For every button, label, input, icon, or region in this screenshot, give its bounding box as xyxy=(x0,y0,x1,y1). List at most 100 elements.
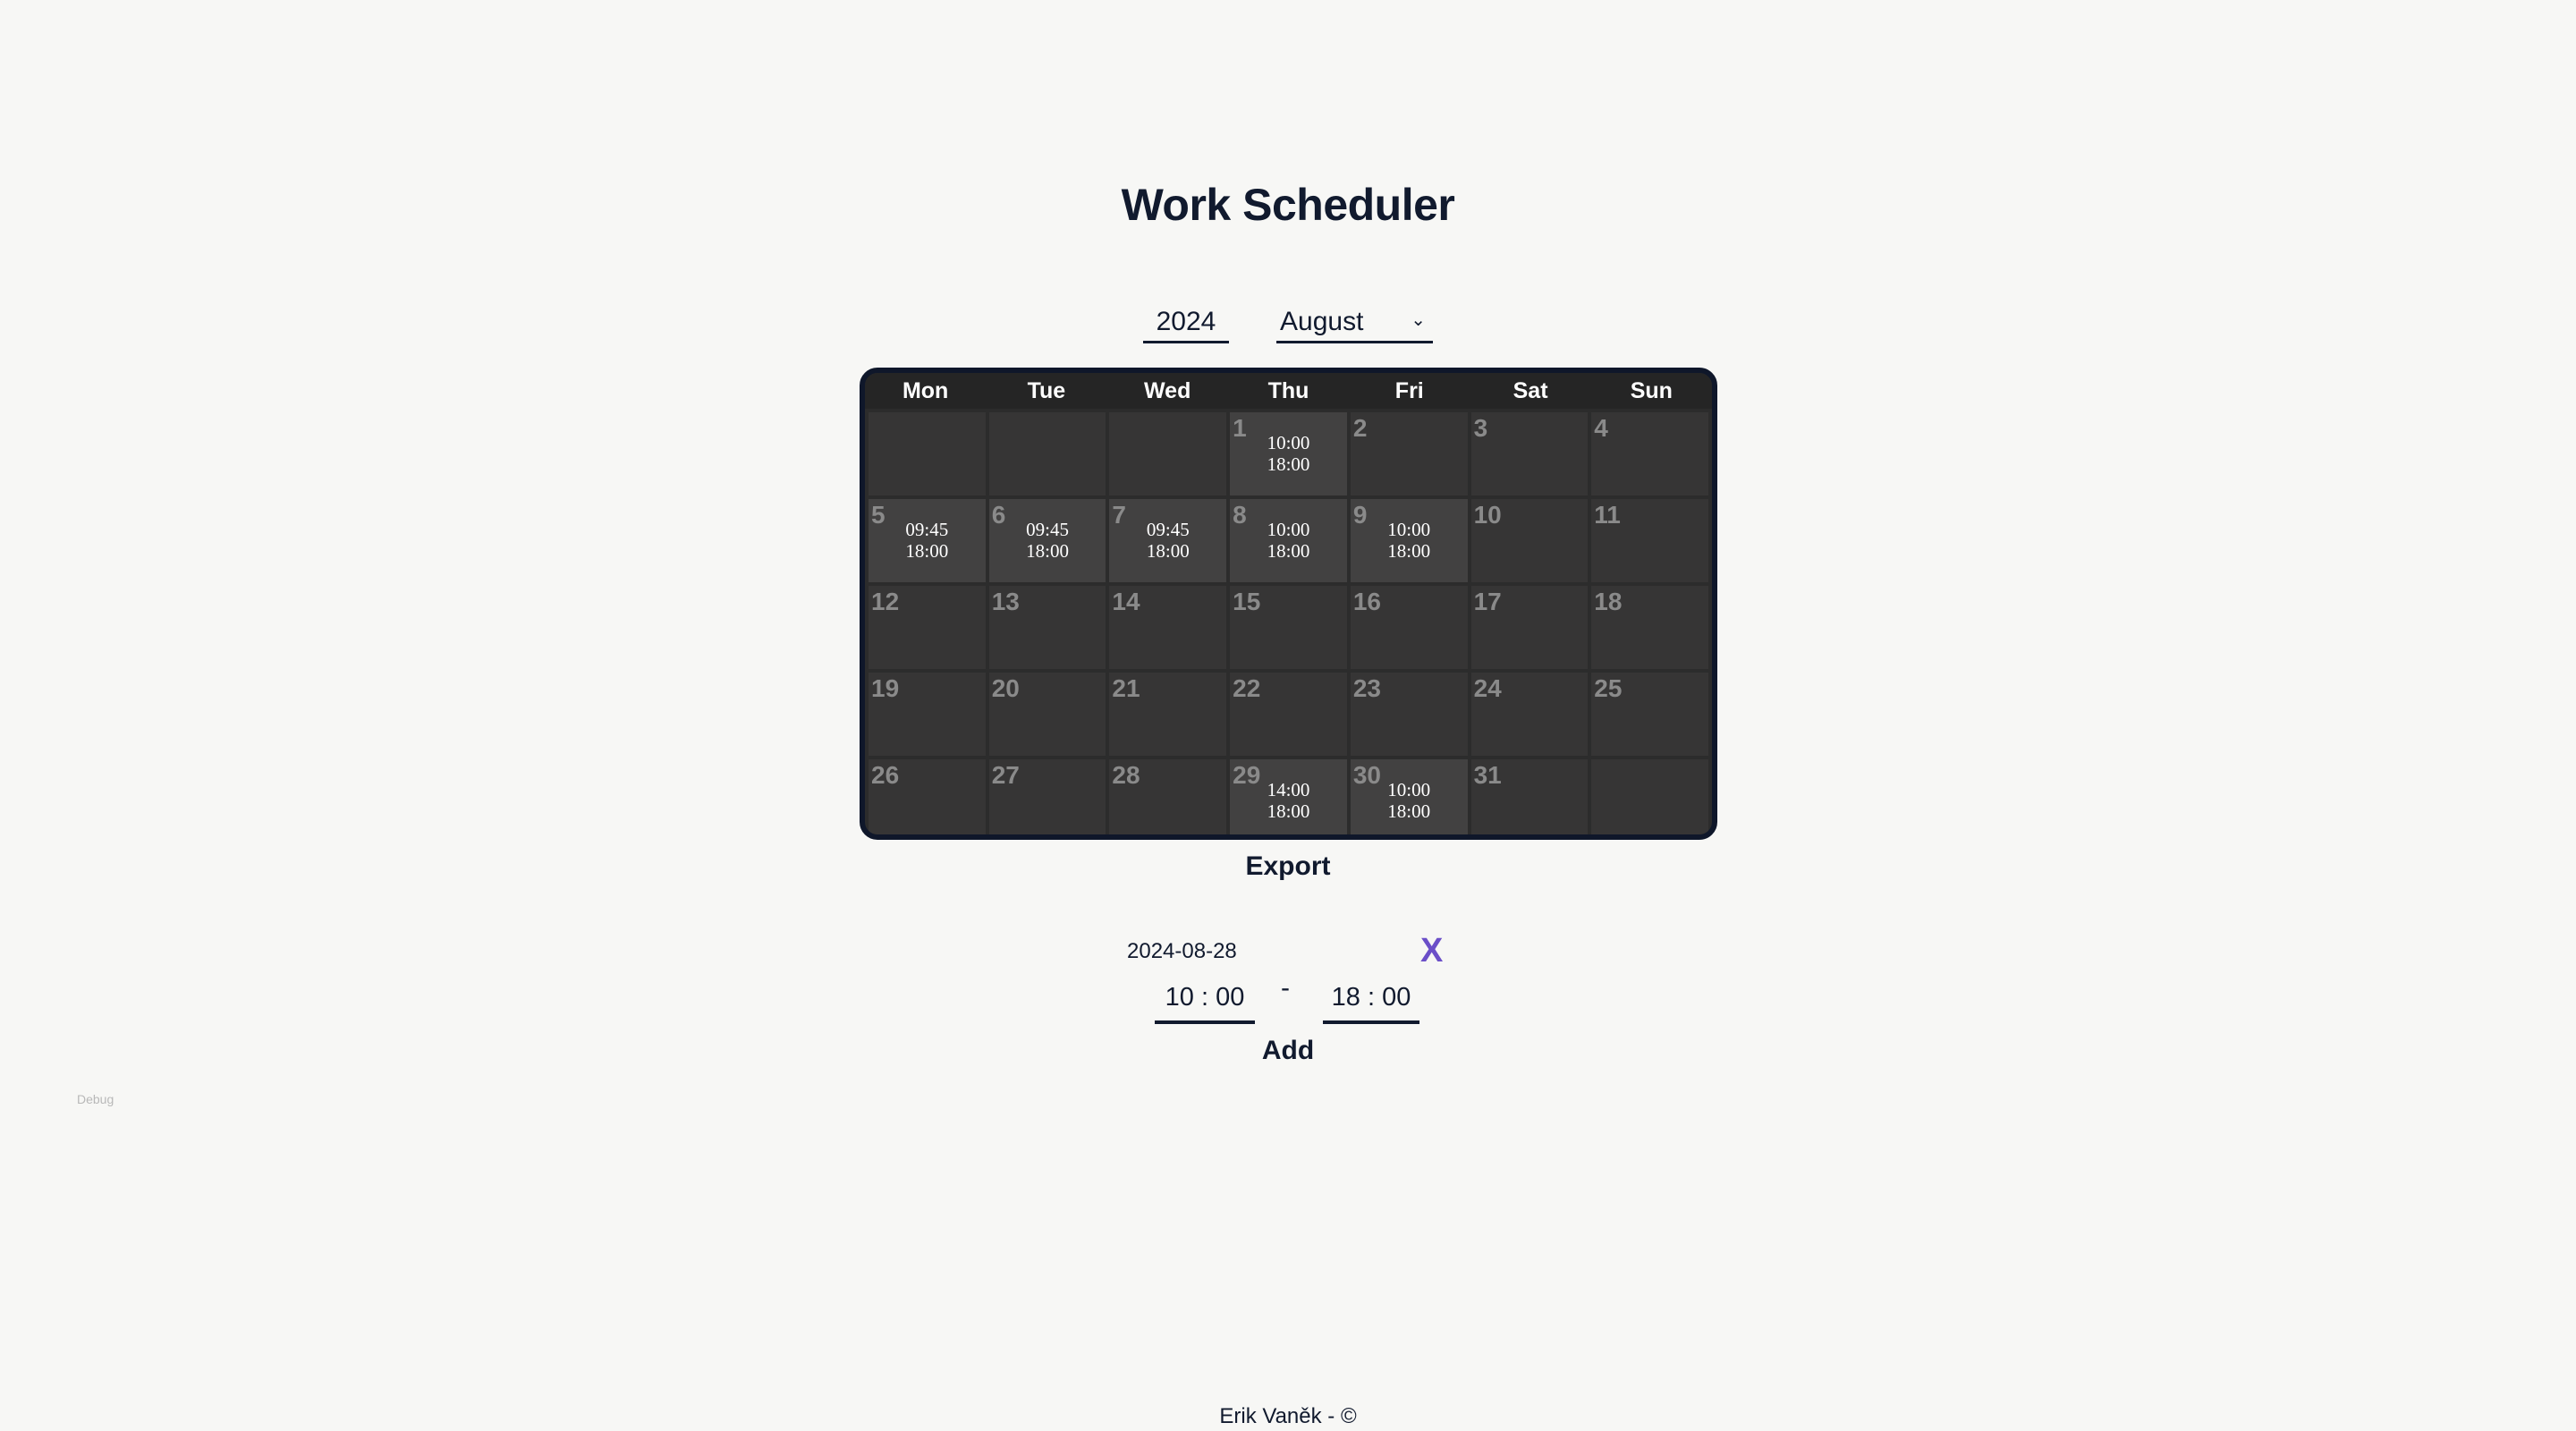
day-cell[interactable]: 3 xyxy=(1470,412,1589,495)
weekday-label: Fri xyxy=(1394,377,1424,403)
shift-end: 18:00 xyxy=(1267,453,1310,475)
weekday-label: Mon xyxy=(902,377,949,403)
shift-start: 10:00 xyxy=(1387,779,1431,800)
day-cell[interactable]: 31 xyxy=(1470,759,1589,834)
day-cell[interactable]: 16 xyxy=(1350,586,1468,669)
day-cell[interactable]: 19 xyxy=(869,673,986,756)
day-cell[interactable]: 6 09:45 18:00 xyxy=(988,499,1106,582)
shift-start: 10:00 xyxy=(1387,519,1431,540)
day-cell[interactable]: 14 xyxy=(1109,586,1227,669)
debug-link[interactable]: Debug xyxy=(77,1092,114,1106)
day-cell[interactable]: 15 xyxy=(1230,586,1347,669)
weekday-label: Tue xyxy=(1027,377,1066,403)
weekday-label: Sun xyxy=(1630,377,1673,403)
day-cell[interactable]: 20 xyxy=(988,673,1106,756)
day-cell[interactable]: 13 xyxy=(988,586,1106,669)
shift-times: 10:00 18:00 xyxy=(1230,432,1347,475)
day-number: 21 xyxy=(1112,674,1140,702)
day-number: 14 xyxy=(1112,588,1140,615)
day-number: 31 xyxy=(1473,761,1502,789)
year-input[interactable]: 2024 xyxy=(1143,304,1229,343)
shift-start: 09:45 xyxy=(1146,519,1190,540)
day-cell[interactable]: 12 xyxy=(869,586,986,669)
day-number: 13 xyxy=(991,588,1020,615)
day-cell[interactable]: 7 09:45 18:00 xyxy=(1109,499,1227,582)
day-number: 17 xyxy=(1473,588,1502,615)
day-cell[interactable]: 25 xyxy=(1591,673,1708,756)
day-cell[interactable]: 21 xyxy=(1109,673,1227,756)
day-number: 27 xyxy=(991,761,1020,789)
shift-end: 18:00 xyxy=(1387,540,1431,562)
shift-times: 09:45 18:00 xyxy=(989,519,1106,562)
day-number: 20 xyxy=(991,674,1020,702)
add-button[interactable]: Add xyxy=(0,1036,2576,1066)
footer: Erik Vaněk - © xyxy=(1219,1404,1357,1428)
close-icon[interactable]: X xyxy=(1420,932,1443,970)
day-cell[interactable]: 22 xyxy=(1230,673,1347,756)
shift-start: 10:00 xyxy=(1267,432,1310,453)
time-separator: - xyxy=(1281,973,1290,1003)
empty-cell xyxy=(869,412,986,495)
shift-end: 18:00 xyxy=(1387,800,1431,822)
empty-cell xyxy=(1109,412,1227,495)
month-select[interactable]: August ⌄ xyxy=(1276,304,1433,343)
weekday-label: Sat xyxy=(1513,377,1548,403)
day-number: 15 xyxy=(1233,588,1261,615)
day-number: 19 xyxy=(871,674,900,702)
export-button[interactable]: Export xyxy=(0,851,2576,882)
day-number: 26 xyxy=(871,761,900,789)
day-number: 25 xyxy=(1594,674,1623,702)
shift-times: 14:00 18:00 xyxy=(1230,779,1347,822)
start-time-input[interactable]: 10 : 00 xyxy=(1155,979,1255,1024)
day-number: 4 xyxy=(1594,414,1608,442)
weekday-label: Thu xyxy=(1267,377,1309,403)
weekday-label: Wed xyxy=(1144,377,1191,403)
shift-end: 18:00 xyxy=(1026,540,1069,562)
day-number: 18 xyxy=(1594,588,1623,615)
shift-times: 10:00 18:00 xyxy=(1230,519,1347,562)
day-number: 12 xyxy=(871,588,900,615)
day-cell[interactable]: 30 10:00 18:00 xyxy=(1350,759,1468,834)
day-number: 3 xyxy=(1473,414,1488,442)
shift-times: 10:00 18:00 xyxy=(1351,519,1468,562)
shift-start: 09:45 xyxy=(905,519,949,540)
page-title: Work Scheduler xyxy=(1121,180,1455,230)
shift-end: 18:00 xyxy=(1267,800,1310,822)
day-number: 2 xyxy=(1352,414,1368,442)
shift-end: 18:00 xyxy=(905,540,949,562)
weekday-header: Mon Tue Wed Thu Fri Sat Sun xyxy=(865,373,1712,409)
day-cell[interactable]: 24 xyxy=(1470,673,1589,756)
day-number: 10 xyxy=(1473,501,1502,529)
day-cell[interactable]: 5 09:45 18:00 xyxy=(869,499,986,582)
month-value: August xyxy=(1280,307,1364,336)
day-cell[interactable]: 4 xyxy=(1591,412,1708,495)
day-number: 11 xyxy=(1594,501,1621,529)
shift-end: 18:00 xyxy=(1267,540,1310,562)
shift-start: 10:00 xyxy=(1267,519,1310,540)
end-time-input[interactable]: 18 : 00 xyxy=(1323,979,1419,1024)
day-number: 16 xyxy=(1352,588,1381,615)
calendar: Mon Tue Wed Thu Fri Sat Sun 1 10:00 18:00 2 3 4 5 09:… xyxy=(860,368,1717,840)
day-cell[interactable]: 2 xyxy=(1350,412,1468,495)
day-cell[interactable]: 23 xyxy=(1350,673,1468,756)
shift-times: 09:45 18:00 xyxy=(869,519,986,562)
day-cell[interactable]: 9 10:00 18:00 xyxy=(1350,499,1468,582)
day-number: 22 xyxy=(1233,674,1261,702)
day-cell[interactable]: 10 xyxy=(1470,499,1589,582)
day-cell[interactable]: 28 xyxy=(1109,759,1227,834)
day-cell[interactable]: 1 10:00 18:00 xyxy=(1230,412,1347,495)
shift-start: 14:00 xyxy=(1267,779,1310,800)
day-cell[interactable]: 11 xyxy=(1591,499,1708,582)
day-cell[interactable]: 29 14:00 18:00 xyxy=(1230,759,1347,834)
empty-cell xyxy=(1591,759,1708,834)
day-cell[interactable]: 26 xyxy=(869,759,986,834)
day-cell[interactable]: 8 10:00 18:00 xyxy=(1230,499,1347,582)
day-number: 24 xyxy=(1473,674,1502,702)
selected-date: 2024-08-28 xyxy=(1127,939,1237,963)
day-number: 28 xyxy=(1112,761,1140,789)
day-cell[interactable]: 17 xyxy=(1470,586,1589,669)
shift-start: 09:45 xyxy=(1026,519,1069,540)
shift-times: 09:45 18:00 xyxy=(1109,519,1226,562)
day-cell[interactable]: 27 xyxy=(988,759,1106,834)
day-cell[interactable]: 18 xyxy=(1591,586,1708,669)
